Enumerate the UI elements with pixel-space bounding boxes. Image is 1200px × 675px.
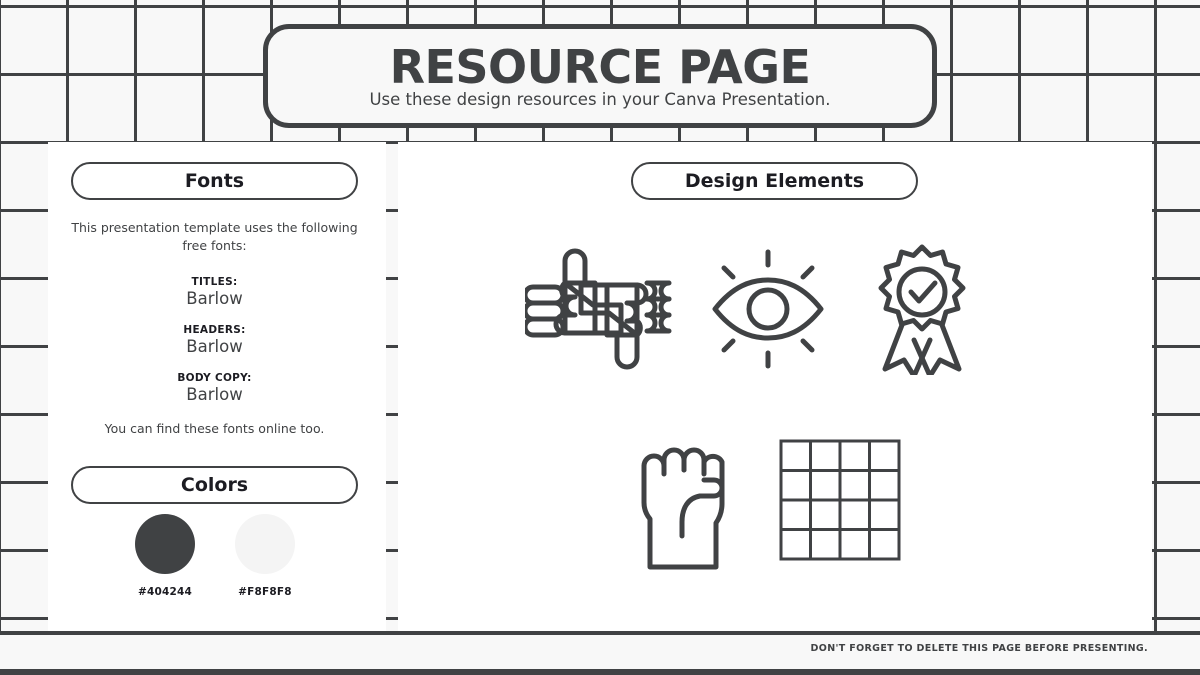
eye-rays-icon [705, 248, 831, 370]
fonts-heading-label: Fonts [184, 170, 245, 192]
color-swatch-item: #F8F8F8 [225, 514, 305, 598]
color-swatch-dot [235, 514, 295, 574]
font-entry-body-copy: BODY COPY: Barlow [71, 372, 358, 406]
page-title: RESOURCE PAGE [389, 39, 811, 94]
title-banner: RESOURCE PAGE Use these design resources… [263, 24, 937, 128]
footer-bottom-rule [0, 669, 1200, 675]
colors-heading-label: Colors [180, 474, 249, 496]
fonts-heading-pill: Fonts [71, 162, 358, 200]
color-swatch-hex: #F8F8F8 [238, 586, 292, 598]
thumbs-up-down-icon [525, 243, 677, 375]
font-role-label: TITLES: [191, 276, 238, 288]
design-elements-heading-label: Design Elements [684, 170, 865, 192]
colors-heading-pill: Colors [71, 466, 358, 504]
color-swatch-dot [135, 514, 195, 574]
font-entry-titles: TITLES: Barlow [71, 276, 358, 310]
font-entry-headers: HEADERS: Barlow [71, 324, 358, 358]
raised-fist-icon [630, 424, 734, 576]
fonts-outro-text: You can find these fonts online too. [104, 421, 325, 436]
slide-canvas: DON'T FORGET TO DELETE THIS PAGE BEFORE … [0, 0, 1200, 675]
font-role-label: BODY COPY: [177, 372, 252, 384]
footer-note: DON'T FORGET TO DELETE THIS PAGE BEFORE … [810, 643, 1148, 654]
grid-4x4-icon [778, 438, 902, 562]
font-name-label: Barlow [186, 337, 243, 356]
award-ribbon-check-icon [872, 243, 972, 375]
font-role-label: HEADERS: [183, 324, 246, 336]
fonts-intro-text: This presentation template uses the foll… [71, 220, 358, 254]
color-swatch-row: #404244 #F8F8F8 [120, 514, 310, 598]
page-subtitle: Use these design resources in your Canva… [369, 89, 831, 109]
font-name-label: Barlow [186, 289, 243, 308]
right-panel-card [398, 142, 1152, 631]
color-swatch-item: #404244 [125, 514, 205, 598]
color-swatch-hex: #404244 [137, 586, 193, 598]
design-elements-heading-pill: Design Elements [631, 162, 918, 200]
font-name-label: Barlow [186, 385, 243, 404]
